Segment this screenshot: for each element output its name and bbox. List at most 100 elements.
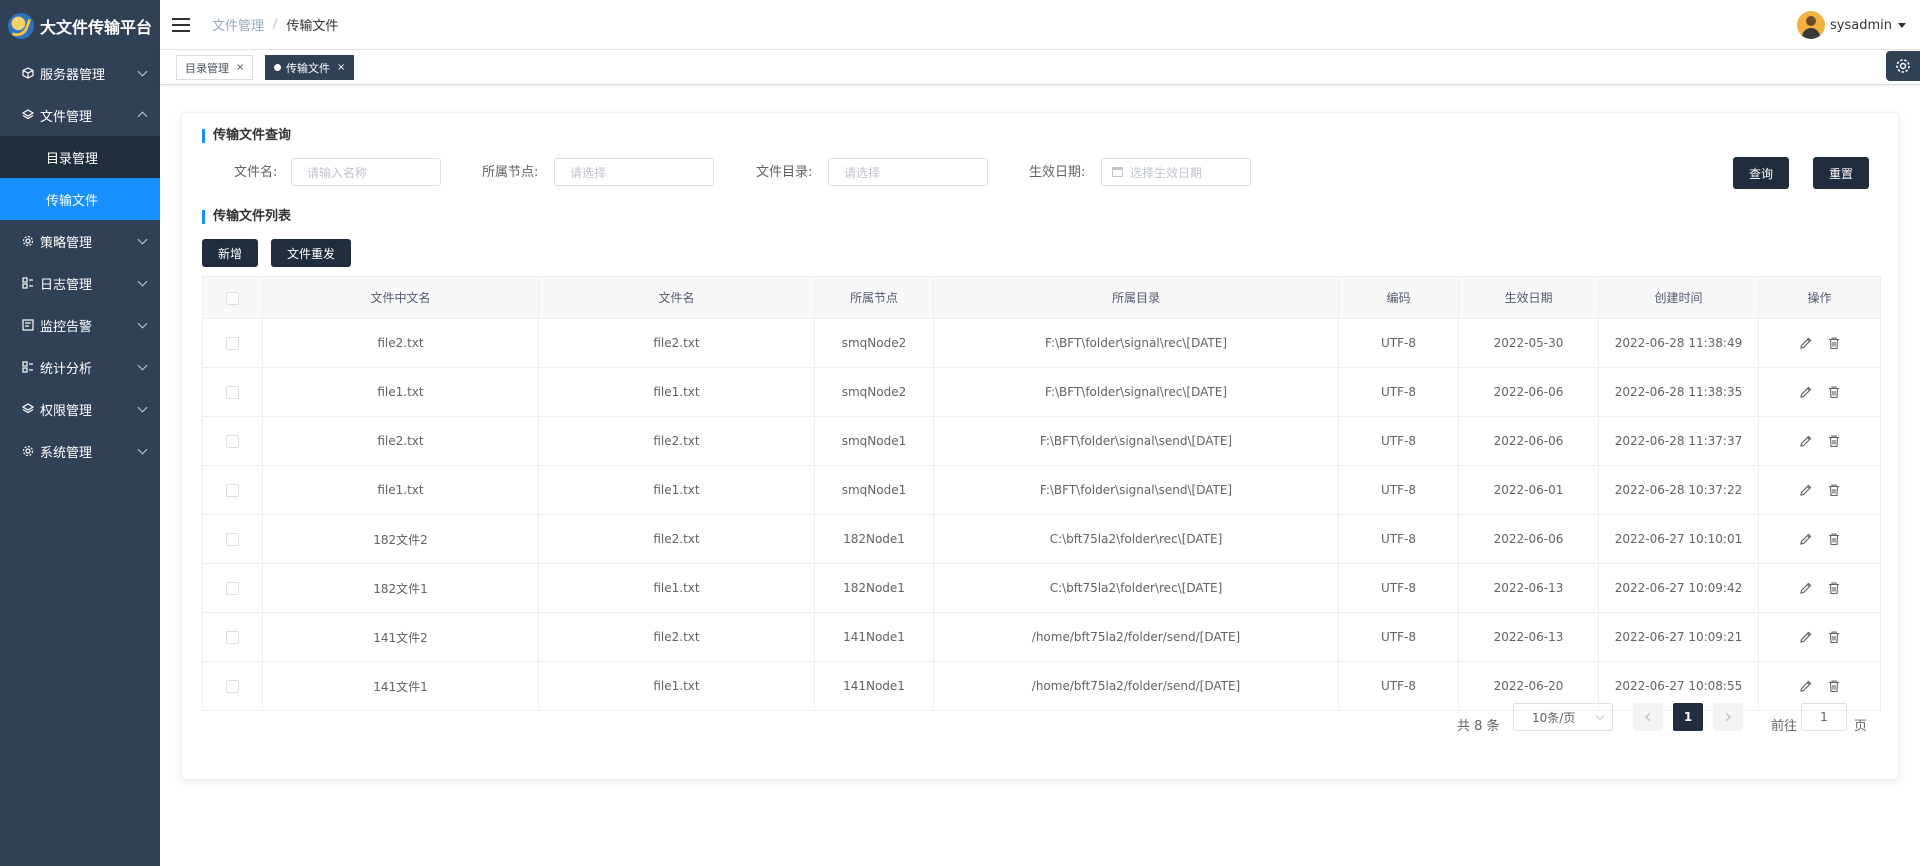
- chevron-down-icon: [137, 66, 148, 77]
- edit-icon[interactable]: [1796, 431, 1816, 451]
- row-checkbox[interactable]: [226, 582, 239, 595]
- row-checkbox[interactable]: [226, 386, 239, 399]
- next-page-button[interactable]: [1713, 703, 1743, 731]
- sidebar-item-transfer-files[interactable]: 传输文件: [0, 178, 160, 220]
- delete-icon[interactable]: [1824, 578, 1844, 598]
- delete-icon[interactable]: [1824, 431, 1844, 451]
- sidebar-item-policy[interactable]: 策略管理: [0, 220, 160, 262]
- node-label: 所属节点:: [482, 165, 539, 180]
- calendar-icon: [1112, 167, 1123, 177]
- hamburger-menu-icon[interactable]: [172, 17, 192, 33]
- goto-page-input[interactable]: 1: [1801, 703, 1847, 731]
- delete-icon[interactable]: [1824, 382, 1844, 402]
- cell-directory: F:\BFT\folder\signal\send\[DATE]: [933, 416, 1339, 466]
- directory-select[interactable]: 请选择: [828, 158, 988, 186]
- delete-icon[interactable]: [1824, 529, 1844, 549]
- prev-page-button[interactable]: [1633, 703, 1663, 731]
- row-checkbox[interactable]: [226, 533, 239, 546]
- row-actions: [1758, 465, 1881, 515]
- row-actions: [1758, 318, 1881, 368]
- row-select-cell[interactable]: [202, 514, 263, 564]
- row-select-cell[interactable]: [202, 318, 263, 368]
- chart-icon: [22, 361, 34, 373]
- cell-file-name: file2.txt: [538, 318, 815, 368]
- effective-date-label: 生效日期:: [1029, 165, 1086, 180]
- row-select-cell[interactable]: [202, 612, 263, 662]
- delete-icon[interactable]: [1824, 480, 1844, 500]
- column-header: 所属目录: [933, 276, 1339, 319]
- edit-icon[interactable]: [1796, 627, 1816, 647]
- delete-icon[interactable]: [1824, 676, 1844, 696]
- sidebar-item-server[interactable]: 服务器管理: [0, 52, 160, 94]
- sidebar-item-statistics[interactable]: 统计分析: [0, 346, 160, 388]
- settings-button[interactable]: [1886, 51, 1920, 81]
- row-select-cell[interactable]: [202, 661, 263, 711]
- logo[interactable]: 大文件传输平台: [0, 0, 160, 52]
- filename-input[interactable]: 请输入名称: [291, 158, 441, 186]
- table-row: file2.txt file2.txt smqNode2 F:\BFT\folder\…: [202, 318, 1881, 368]
- edit-icon[interactable]: [1796, 529, 1816, 549]
- add-button[interactable]: 新增: [202, 239, 258, 267]
- cell-created-time: 2022-06-27 10:10:01: [1598, 514, 1759, 564]
- effective-date-picker[interactable]: 选择生效日期: [1101, 158, 1251, 186]
- cell-chinese-name: file1.txt: [262, 367, 539, 417]
- tag-directory-management[interactable]: 目录管理 ×: [176, 55, 254, 80]
- node-select[interactable]: 请选择: [554, 158, 714, 186]
- cell-file-name: file1.txt: [538, 563, 815, 613]
- sidebar-item-label: 日志管理: [40, 277, 93, 293]
- top-header: 文件管理 / 传输文件 sysadmin: [160, 0, 1920, 50]
- select-all-checkbox[interactable]: [226, 291, 239, 305]
- edit-icon[interactable]: [1796, 382, 1816, 402]
- sidebar-item-monitor[interactable]: 监控告警: [0, 304, 160, 346]
- sidebar-item-files[interactable]: 文件管理: [0, 94, 160, 136]
- logo-icon: [8, 13, 34, 39]
- directory-label: 文件目录:: [756, 165, 813, 180]
- row-actions: [1758, 514, 1881, 564]
- row-select-cell[interactable]: [202, 367, 263, 417]
- row-select-cell[interactable]: [202, 563, 263, 613]
- cell-effective-date: 2022-06-01: [1458, 465, 1599, 515]
- edit-icon[interactable]: [1796, 333, 1816, 353]
- tag-transfer-files[interactable]: 传输文件 ×: [265, 55, 355, 80]
- edit-icon[interactable]: [1796, 480, 1816, 500]
- breadcrumb-file-management[interactable]: 文件管理: [212, 15, 264, 34]
- close-icon[interactable]: ×: [236, 62, 244, 73]
- cell-directory: F:\BFT\folder\signal\send\[DATE]: [933, 465, 1339, 515]
- delete-icon[interactable]: [1824, 333, 1844, 353]
- transfer-files-table: 文件中文名 文件名 所属节点 所属目录 编码 生效日期 创建时间 操作 file…: [202, 276, 1881, 711]
- page-size-select[interactable]: 10条/页: [1513, 703, 1613, 731]
- row-checkbox[interactable]: [226, 435, 239, 448]
- header-select-all[interactable]: [202, 276, 263, 319]
- gear-icon: [22, 235, 34, 247]
- column-header: 操作: [1758, 276, 1881, 319]
- cell-created-time: 2022-06-28 11:38:35: [1598, 367, 1759, 417]
- row-select-cell[interactable]: [202, 465, 263, 515]
- cell-encoding: UTF-8: [1338, 661, 1459, 711]
- cell-encoding: UTF-8: [1338, 612, 1459, 662]
- row-checkbox[interactable]: [226, 680, 239, 693]
- page-number-button[interactable]: 1: [1673, 703, 1703, 731]
- close-icon[interactable]: ×: [337, 62, 345, 73]
- cell-encoding: UTF-8: [1338, 367, 1459, 417]
- cell-created-time: 2022-06-28 10:37:22: [1598, 465, 1759, 515]
- cell-node: smqNode2: [814, 367, 934, 417]
- sidebar-item-system[interactable]: 系统管理: [0, 430, 160, 472]
- edit-icon[interactable]: [1796, 578, 1816, 598]
- edit-icon[interactable]: [1796, 676, 1816, 696]
- delete-icon[interactable]: [1824, 627, 1844, 647]
- reset-button[interactable]: 重置: [1813, 157, 1869, 189]
- sidebar-item-directory[interactable]: 目录管理: [0, 136, 160, 178]
- sidebar-item-logs[interactable]: 日志管理: [0, 262, 160, 304]
- row-checkbox[interactable]: [226, 337, 239, 350]
- avatar: [1797, 11, 1826, 39]
- search-button[interactable]: 查询: [1733, 157, 1789, 189]
- row-select-cell[interactable]: [202, 416, 263, 466]
- row-checkbox[interactable]: [226, 484, 239, 497]
- cell-node: 141Node1: [814, 612, 934, 662]
- row-checkbox[interactable]: [226, 631, 239, 644]
- sidebar-item-permissions[interactable]: 权限管理: [0, 388, 160, 430]
- grid-icon: [22, 277, 34, 289]
- cell-effective-date: 2022-05-30: [1458, 318, 1599, 368]
- resend-file-button[interactable]: 文件重发: [271, 239, 351, 267]
- user-menu[interactable]: sysadmin: [1797, 11, 1906, 39]
